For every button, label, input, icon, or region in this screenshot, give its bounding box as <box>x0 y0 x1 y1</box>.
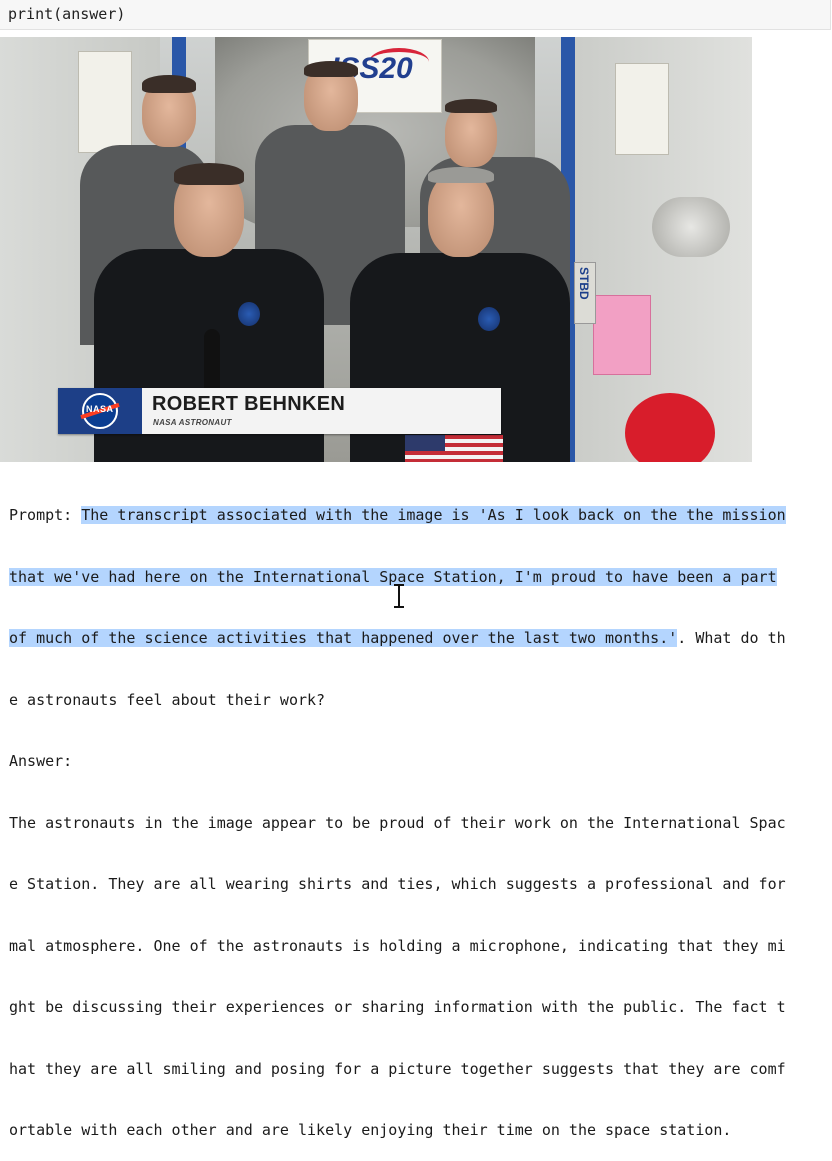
text-cursor-icon <box>394 584 404 608</box>
code-cell[interactable]: print(answer) <box>0 0 831 30</box>
lower-third-title: NASA ASTRONAUT <box>153 418 232 427</box>
wall-fixture <box>652 197 730 257</box>
lower-third-banner: NASA ROBERT BEHNKEN NASA ASTRONAUT <box>58 388 501 434</box>
pink-label <box>593 295 651 375</box>
prompt-line-2: that we've had here on the International… <box>9 567 831 588</box>
prompt-line-1: Prompt: The transcript associated with t… <box>9 505 831 526</box>
code-text[interactable]: print(answer) <box>8 4 125 24</box>
answer-line: e Station. They are all wearing shirts a… <box>9 875 786 893</box>
wall-placard-right <box>615 63 669 155</box>
stbd-label: STBD <box>574 262 596 324</box>
lower-third-name: ROBERT BEHNKEN <box>152 393 346 415</box>
answer-line: ght be discussing their experiences or s… <box>9 998 786 1016</box>
nasa-logo: NASA <box>58 388 142 434</box>
us-flag <box>405 435 503 462</box>
answer-line: mal atmosphere. One of the astronauts is… <box>9 936 786 955</box>
output-image: ISS20 STBD NASA ROBERT BEHNKEN NASA ASTR… <box>0 37 752 462</box>
answer-line: The astronauts in the image appear to be… <box>9 813 786 832</box>
wall-placard-left <box>78 51 132 153</box>
highlighted-text[interactable]: that we've had here on the International… <box>9 567 777 586</box>
prompt-line-3: of much of the science activities that h… <box>9 628 831 649</box>
answer-label: Answer: <box>9 752 73 770</box>
answer-line: ortable with each other and are likely e… <box>9 1121 732 1139</box>
nasa-logo-text: NASA <box>86 404 114 414</box>
highlighted-text[interactable]: of much of the science activities that h… <box>9 629 678 647</box>
answer-line: hat they are all smiling and posing for … <box>9 1059 786 1078</box>
stbd-text: STBD <box>577 267 591 300</box>
highlighted-text[interactable]: The transcript associated with the image… <box>81 506 786 524</box>
output-text[interactable]: Prompt: The transcript associated with t… <box>9 464 831 1161</box>
prompt-label: Prompt: <box>9 506 82 524</box>
prompt-text: . What do th <box>677 629 786 647</box>
prompt-line-4: e astronauts feel about their work? <box>9 690 326 709</box>
